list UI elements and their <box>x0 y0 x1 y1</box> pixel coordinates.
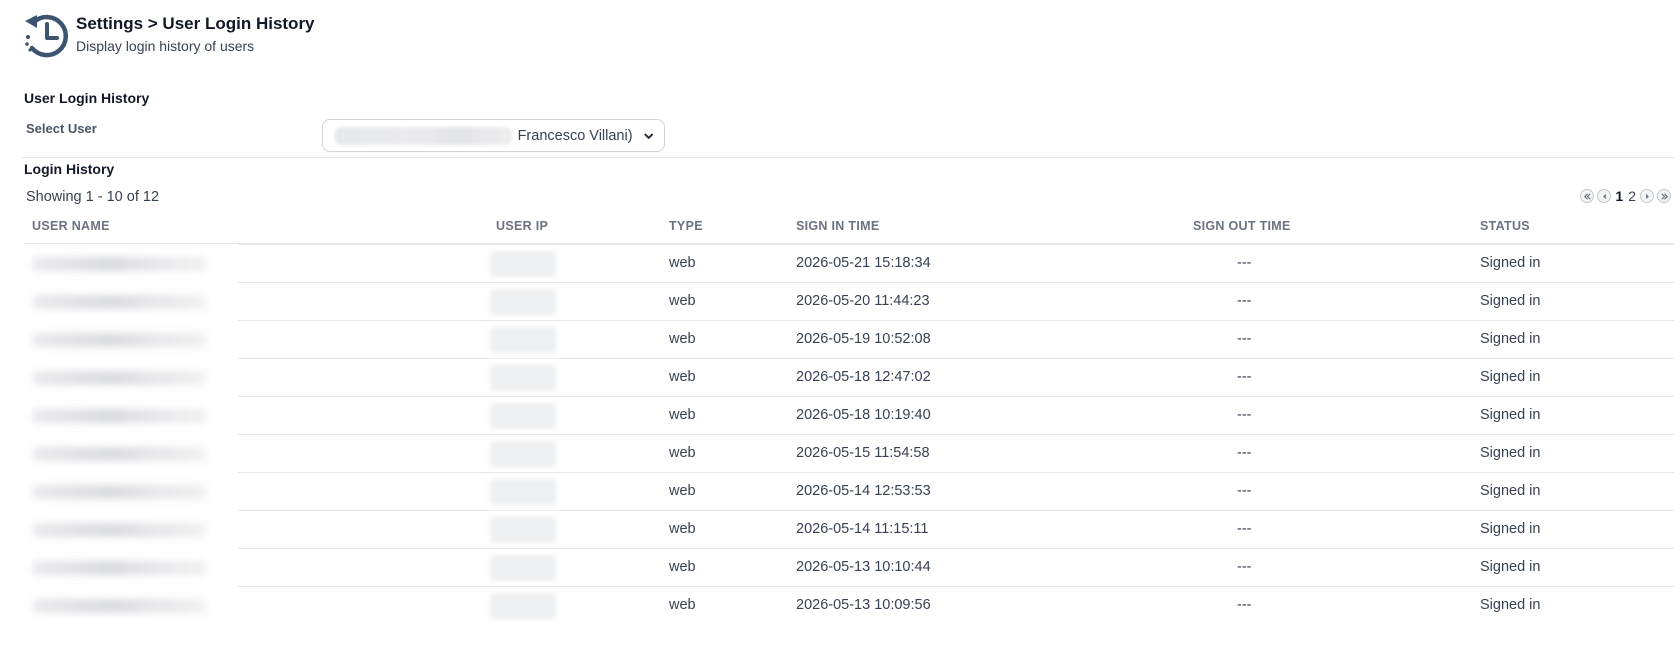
cell-sign-in-time: 2026-05-13 10:09:56 <box>796 597 931 613</box>
user-login-history-heading: User Login History <box>24 90 150 106</box>
cell-status: Signed in <box>1480 521 1541 537</box>
cell-sign-in-time: 2026-05-14 11:15:11 <box>796 521 929 537</box>
page-2-link[interactable]: 2 <box>1627 188 1637 204</box>
cell-sign-in-time: 2026-05-20 11:44:23 <box>796 293 930 309</box>
page-1-link[interactable]: 1 <box>1614 188 1624 204</box>
redacted-user-name <box>32 599 207 613</box>
redacted-user-ip <box>490 327 556 353</box>
user-select-value: Francesco Villani) <box>517 127 633 144</box>
cell-status: Signed in <box>1480 255 1541 271</box>
cell-status: Signed in <box>1480 407 1541 423</box>
table-header: USER NAME USER IP TYPE SIGN IN TIME SIGN… <box>24 213 1674 245</box>
cell-sign-out-time: --- <box>1237 369 1252 385</box>
redacted-user-ip <box>490 517 556 543</box>
cell-type: web <box>669 597 696 613</box>
redacted-user-name <box>32 371 207 385</box>
pagination: 1 2 <box>1580 188 1671 204</box>
cell-sign-out-time: --- <box>1237 597 1252 613</box>
history-clock-icon <box>25 14 69 58</box>
redacted-user-name <box>32 561 207 575</box>
cell-type: web <box>669 369 696 385</box>
select-user-label: Select User <box>26 121 97 136</box>
section-divider <box>22 157 1674 158</box>
cell-sign-out-time: --- <box>1237 293 1252 309</box>
redacted-user-name <box>32 295 207 309</box>
page-header: Settings > User Login History Display lo… <box>22 10 315 62</box>
cell-type: web <box>669 483 696 499</box>
cell-sign-in-time: 2026-05-18 10:19:40 <box>796 407 931 423</box>
cell-sign-in-time: 2026-05-19 10:52:08 <box>796 331 931 347</box>
table-row[interactable]: web 2026-05-19 10:52:08 --- Signed in <box>24 320 1674 359</box>
table-row[interactable]: web 2026-05-21 15:18:34 --- Signed in <box>24 244 1674 283</box>
redacted-user-name <box>32 333 207 347</box>
cell-type: web <box>669 559 696 575</box>
cell-type: web <box>669 445 696 461</box>
table-row[interactable]: web 2026-05-13 10:09:56 --- Signed in <box>24 586 1674 625</box>
redacted-user-text <box>335 126 512 145</box>
chevron-down-icon <box>643 133 653 139</box>
redacted-user-ip <box>490 365 556 391</box>
cell-type: web <box>669 407 696 423</box>
redacted-user-ip <box>490 441 556 467</box>
user-select[interactable]: Francesco Villani) <box>322 119 665 152</box>
column-header-sign-out-time[interactable]: SIGN OUT TIME <box>1193 219 1291 233</box>
redacted-user-name <box>32 447 207 461</box>
cell-status: Signed in <box>1480 597 1541 613</box>
redacted-user-name <box>32 257 207 271</box>
table-row[interactable]: web 2026-05-18 12:47:02 --- Signed in <box>24 358 1674 397</box>
cell-type: web <box>669 521 696 537</box>
cell-status: Signed in <box>1480 559 1541 575</box>
cell-sign-out-time: --- <box>1237 483 1252 499</box>
cell-status: Signed in <box>1480 445 1541 461</box>
page-title: Settings > User Login History <box>76 14 315 33</box>
next-page-icon[interactable] <box>1640 189 1654 203</box>
cell-status: Signed in <box>1480 293 1541 309</box>
table-row[interactable]: web 2026-05-15 11:54:58 --- Signed in <box>24 434 1674 473</box>
table-body: web 2026-05-21 15:18:34 --- Signed in we… <box>24 244 1674 625</box>
showing-count: Showing 1 - 10 of 12 <box>26 189 160 205</box>
cell-status: Signed in <box>1480 369 1541 385</box>
table-row[interactable]: web 2026-05-18 10:19:40 --- Signed in <box>24 396 1674 435</box>
table-row[interactable]: web 2026-05-14 11:15:11 --- Signed in <box>24 510 1674 549</box>
table-row[interactable]: web 2026-05-14 12:53:53 --- Signed in <box>24 472 1674 511</box>
cell-sign-in-time: 2026-05-13 10:10:44 <box>796 559 931 575</box>
column-header-type[interactable]: TYPE <box>669 219 703 233</box>
cell-sign-in-time: 2026-05-21 15:18:34 <box>796 255 931 271</box>
redacted-user-name <box>32 485 207 499</box>
redacted-user-name <box>32 523 207 537</box>
table-row[interactable]: web 2026-05-20 11:44:23 --- Signed in <box>24 282 1674 321</box>
cell-sign-in-time: 2026-05-18 12:47:02 <box>796 369 931 385</box>
cell-status: Signed in <box>1480 483 1541 499</box>
redacted-user-ip <box>490 403 556 429</box>
redacted-user-ip <box>490 251 556 277</box>
cell-sign-out-time: --- <box>1237 559 1252 575</box>
column-header-user-ip[interactable]: USER IP <box>496 219 548 233</box>
page-subtitle: Display login history of users <box>76 38 255 54</box>
last-page-icon[interactable] <box>1657 189 1671 203</box>
column-header-sign-in-time[interactable]: SIGN IN TIME <box>796 219 879 233</box>
cell-sign-out-time: --- <box>1237 407 1252 423</box>
cell-sign-out-time: --- <box>1237 445 1252 461</box>
redacted-user-ip <box>490 289 556 315</box>
column-header-status[interactable]: STATUS <box>1480 219 1530 233</box>
cell-type: web <box>669 331 696 347</box>
redacted-user-ip <box>490 555 556 581</box>
login-history-table: USER NAME USER IP TYPE SIGN IN TIME SIGN… <box>24 213 1674 625</box>
cell-type: web <box>669 293 696 309</box>
redacted-user-ip <box>490 593 556 619</box>
cell-sign-out-time: --- <box>1237 521 1252 537</box>
cell-sign-out-time: --- <box>1237 255 1252 271</box>
cell-type: web <box>669 255 696 271</box>
cell-sign-in-time: 2026-05-15 11:54:58 <box>796 445 930 461</box>
cell-status: Signed in <box>1480 331 1541 347</box>
column-header-user-name[interactable]: USER NAME <box>32 219 110 233</box>
redacted-user-ip <box>490 479 556 505</box>
cell-sign-out-time: --- <box>1237 331 1252 347</box>
redacted-user-name <box>32 409 207 423</box>
login-history-heading: Login History <box>24 161 115 177</box>
first-page-icon[interactable] <box>1580 189 1595 203</box>
table-row[interactable]: web 2026-05-13 10:10:44 --- Signed in <box>24 548 1674 587</box>
previous-page-icon[interactable] <box>1597 189 1612 203</box>
cell-sign-in-time: 2026-05-14 12:53:53 <box>796 483 931 499</box>
